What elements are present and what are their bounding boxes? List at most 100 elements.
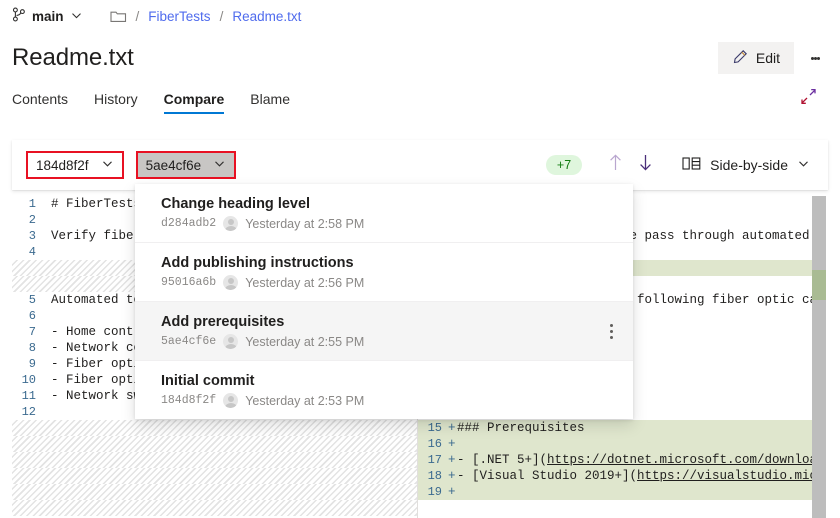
chevron-down-icon <box>797 157 810 173</box>
commit-menu-item[interactable]: Add prerequisites5ae4cf6eYesterday at 2:… <box>135 302 633 361</box>
compare-commit-selector-highlight: 5ae4cf6e <box>136 151 237 179</box>
view-mode-selector[interactable]: Side-by-side <box>682 156 810 174</box>
page-title: Readme.txt <box>12 44 134 72</box>
diff-filler-row <box>12 484 417 500</box>
diff-line-text: # FiberTests <box>51 196 141 212</box>
diff-line-sign <box>42 244 51 260</box>
diff-line-sign: + <box>448 452 457 468</box>
avatar-icon <box>223 393 238 408</box>
branch-icon <box>12 7 26 25</box>
commit-menu-item[interactable]: Initial commit 184d8f2f Yesterday at 2:53 … <box>135 361 633 419</box>
side-by-side-icon <box>682 156 701 174</box>
diff-line-text: - [.NET 5+](https://dotnet.microsoft.com… <box>457 452 812 468</box>
compare-commit-selector[interactable]: 5ae4cf6e <box>138 153 235 177</box>
diff-line-sign <box>42 276 51 292</box>
diff-filler-row <box>12 468 417 484</box>
diff-line-number: 10 <box>12 372 42 388</box>
tab-contents[interactable]: Contents <box>12 91 68 114</box>
diff-line-number: 11 <box>12 388 42 404</box>
diff-filler-row <box>12 452 417 468</box>
diff-line-number <box>12 276 42 292</box>
commit-dropdown-menu[interactable]: Change heading leveld284adb2Yesterday at… <box>135 184 633 419</box>
diff-line-sign: + <box>448 468 457 484</box>
commit-menu-item[interactable]: Add publishing instructions 95016a6b Yeste… <box>135 243 633 302</box>
more-vertical-icon[interactable] <box>603 322 619 340</box>
diff-line-link[interactable]: https://dotnet.microsoft.com/download <box>547 453 812 467</box>
branch-name: main <box>32 9 64 24</box>
diff-line-number: 12 <box>12 404 42 420</box>
commit-timestamp: Yesterday at 2:55 PM <box>245 335 364 349</box>
diff-filler-row <box>12 500 417 516</box>
commit-title: Initial commit <box>161 373 619 389</box>
diff-line: 15+### Prerequisites <box>418 420 812 436</box>
edit-button[interactable]: Edit <box>718 42 794 74</box>
chevron-down-icon <box>213 157 226 173</box>
tab-compare[interactable]: Compare <box>164 91 225 114</box>
expand-diagonal-icon[interactable] <box>799 87 818 111</box>
diff-line: 16+ <box>418 436 812 452</box>
diff-line-sign: + <box>448 436 457 452</box>
chevron-down-icon <box>101 157 114 173</box>
diff-line: 18+- [Visual Studio 2019+](https://visua… <box>418 468 812 484</box>
diff-line-sign <box>42 292 51 308</box>
compare-toolbar: 184d8f2f 5ae4cf6e +7 <box>12 140 828 190</box>
commit-meta: 5ae4cf6e Yesterday at 2:55 PM <box>161 334 619 349</box>
tab-history[interactable]: History <box>94 91 138 114</box>
diff-line-sign <box>42 404 51 420</box>
diff-line: 19+ <box>418 484 812 500</box>
diff-line-sign <box>42 308 51 324</box>
arrow-down-icon <box>637 153 654 177</box>
commit-title: Add publishing instructions <box>161 255 619 271</box>
diff-line-number: 15 <box>418 420 448 436</box>
diff-scrollbar-track[interactable] <box>812 196 826 518</box>
folder-icon[interactable] <box>110 9 127 23</box>
diff-line-number: 8 <box>12 340 42 356</box>
diff-line-number: 7 <box>12 324 42 340</box>
diff-line-text: - [Visual Studio 2019+](https://visualst… <box>457 468 812 484</box>
added-lines-badge: +7 <box>546 155 582 175</box>
diff-line-sign <box>42 372 51 388</box>
diff-line-sign <box>42 388 51 404</box>
view-mode-label: Side-by-side <box>710 157 788 173</box>
diff-scrollbar-thumb[interactable] <box>812 196 826 518</box>
commit-timestamp: Yesterday at 2:53 PM <box>245 394 364 408</box>
commit-hash: 184d8f2f <box>161 394 216 407</box>
avatar-icon <box>223 334 238 349</box>
diff-line-number: 16 <box>418 436 448 452</box>
breadcrumb-file[interactable]: Readme.txt <box>232 9 301 24</box>
base-commit-hash: 184d8f2f <box>36 158 89 173</box>
diff-line-text: ### Prerequisites <box>457 420 585 436</box>
commit-hash: 5ae4cf6e <box>161 335 216 348</box>
compare-view-page: main / FiberTests / Readme.txt Readme.tx… <box>0 0 840 518</box>
diff-line-link[interactable]: https://visualstudio.microsoft <box>637 469 812 483</box>
title-row: Readme.txt Edit <box>0 36 840 80</box>
commit-timestamp: Yesterday at 2:56 PM <box>245 276 364 290</box>
commit-meta: 95016a6b Yesterday at 2:56 PM <box>161 275 619 290</box>
diff-line-sign <box>42 228 51 244</box>
breadcrumb: main / FiberTests / Readme.txt <box>0 0 840 32</box>
diff-line-number <box>12 260 42 276</box>
branch-selector[interactable]: main <box>12 7 84 25</box>
commit-hash: 95016a6b <box>161 276 216 289</box>
diff-line-number: 17 <box>418 452 448 468</box>
breadcrumb-separator-2: / <box>211 9 233 24</box>
more-vertical-icon[interactable] <box>800 42 830 74</box>
breadcrumb-repo[interactable]: FiberTests <box>148 9 210 24</box>
tab-bar: Contents History Compare Blame <box>0 84 840 120</box>
diff-line-number: 19 <box>418 484 448 500</box>
chevron-down-icon <box>70 9 84 23</box>
next-difference-button[interactable] <box>630 150 660 180</box>
diff-line-number: 9 <box>12 356 42 372</box>
diff-line-sign <box>42 324 51 340</box>
commit-menu-item[interactable]: Change heading leveld284adb2Yesterday at… <box>135 184 633 243</box>
commit-meta: d284adb2Yesterday at 2:58 PM <box>161 216 619 231</box>
edit-button-label: Edit <box>756 50 780 66</box>
breadcrumb-separator-1: / <box>127 9 149 24</box>
tab-blame[interactable]: Blame <box>250 91 290 114</box>
base-commit-selector[interactable]: 184d8f2f <box>28 153 122 177</box>
diff-line-sign <box>42 356 51 372</box>
diff-line-number: 18 <box>418 468 448 484</box>
previous-difference-button[interactable] <box>600 150 630 180</box>
diff-line-number: 2 <box>12 212 42 228</box>
commit-hash: d284adb2 <box>161 217 216 230</box>
